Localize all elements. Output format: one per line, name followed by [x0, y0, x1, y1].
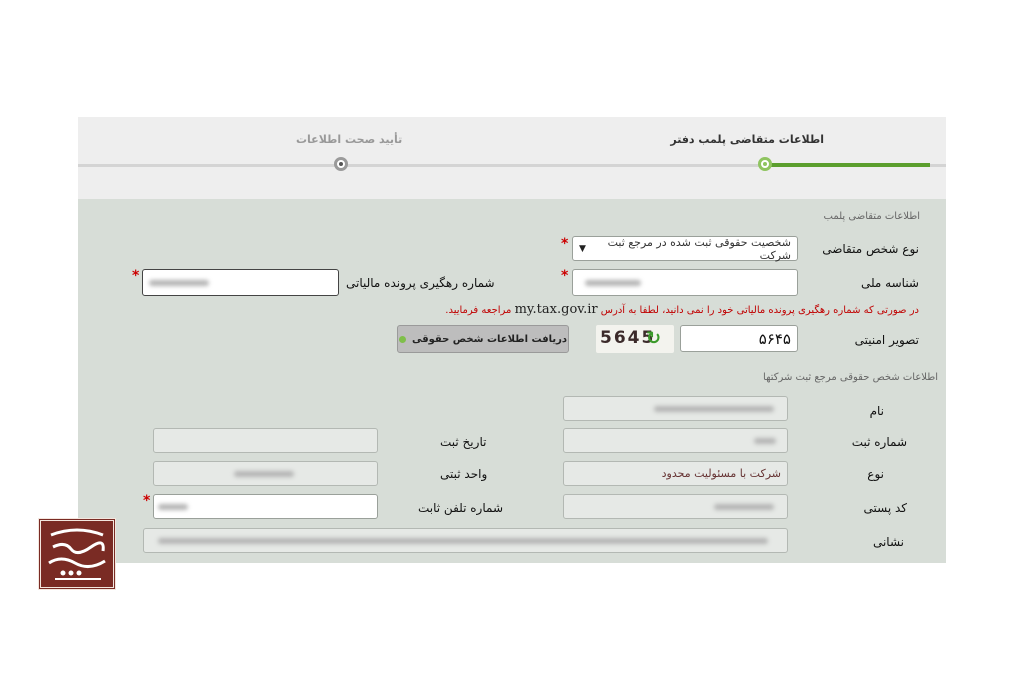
person-type-label: نوع شخص متقاضی: [822, 242, 919, 256]
company-name-label: نام: [869, 404, 884, 418]
required-mark: *: [143, 493, 151, 509]
required-mark: *: [561, 236, 569, 252]
hint-text-before: در صورتی که شماره رهگیری پرونده مالیاتی …: [600, 305, 919, 316]
address-field: [143, 528, 788, 553]
masked-value: [234, 471, 294, 477]
company-type-label: نوع: [867, 467, 884, 481]
national-id-input[interactable]: [572, 269, 798, 296]
address-label: نشانی: [872, 535, 904, 549]
tax-site-link[interactable]: my.tax.gov.ir: [515, 302, 598, 317]
logo-mark-icon: [48, 528, 106, 580]
tax-tracking-input[interactable]: [142, 269, 339, 296]
captcha-input[interactable]: [680, 325, 798, 352]
tax-tracking-label: شماره رهگیری پرونده مالیاتی: [346, 276, 495, 290]
masked-value: [654, 406, 774, 412]
landline-label: شماره تلفن ثابت: [418, 501, 503, 515]
masked-value: [149, 280, 209, 286]
fetch-button-label: دریافت اطلاعات شخص حقوقی: [411, 333, 568, 345]
step-applicant-info[interactable]: اطلاعات متقاضی پلمب دفتر: [670, 133, 824, 146]
masked-value: [714, 504, 774, 510]
reg-unit-label: واحد ثبتی: [440, 467, 488, 481]
landline-input[interactable]: [153, 494, 378, 519]
reg-number-label: شماره ثبت: [851, 435, 907, 449]
company-section-title: اطلاعات شخص حقوقی مرجع ثبت شرکتها: [763, 372, 938, 383]
required-mark: *: [132, 268, 140, 284]
masked-value: [158, 504, 188, 510]
status-dot-icon: [398, 335, 406, 343]
person-type-select[interactable]: شخصیت حقوقی ثبت شده در مرجع ثبت شرکت ▼: [572, 235, 798, 262]
stepper-progress: [762, 163, 930, 167]
tax-hint: در صورتی که شماره رهگیری پرونده مالیاتی …: [445, 302, 919, 317]
reg-unit-field: [153, 461, 378, 486]
applicant-section-title: اطلاعات متقاضی پلمب: [823, 211, 921, 222]
postal-code-label: کد پستی: [863, 501, 908, 515]
masked-value: [158, 538, 768, 544]
step-pending-dot[interactable]: [334, 157, 348, 171]
masked-value: [585, 280, 641, 286]
reg-number-field: [563, 428, 788, 453]
postal-code-field: [563, 494, 788, 519]
reg-date-label: تاریخ ثبت: [440, 435, 487, 449]
step-confirm-info[interactable]: تأیید صحت اطلاعات: [296, 133, 402, 146]
hint-text-after: مراجعه فرمایید.: [445, 305, 512, 316]
reg-date-field: [153, 428, 378, 453]
person-type-value: شخصیت حقوقی ثبت شده در مرجع ثبت شرکت: [607, 235, 791, 262]
refresh-icon[interactable]: ↻: [646, 328, 661, 349]
chevron-down-icon: ▼: [579, 243, 586, 254]
brand-logo: [38, 518, 116, 590]
national-id-label: شناسه ملی: [860, 276, 919, 290]
step-active-dot[interactable]: [758, 157, 772, 171]
masked-value: [754, 438, 776, 444]
fetch-company-info-button[interactable]: دریافت اطلاعات شخص حقوقی: [397, 325, 569, 353]
security-image-label: تصویر امنیتی: [854, 333, 919, 347]
company-name-field: [563, 396, 788, 421]
progress-stepper: اطلاعات متقاضی پلمب دفتر تأیید صحت اطلاع…: [78, 117, 946, 199]
required-mark: *: [561, 268, 569, 284]
captcha-image: 5645 ↻: [596, 325, 674, 353]
company-type-field: شرکت با مسئولیت محدود: [563, 461, 788, 486]
